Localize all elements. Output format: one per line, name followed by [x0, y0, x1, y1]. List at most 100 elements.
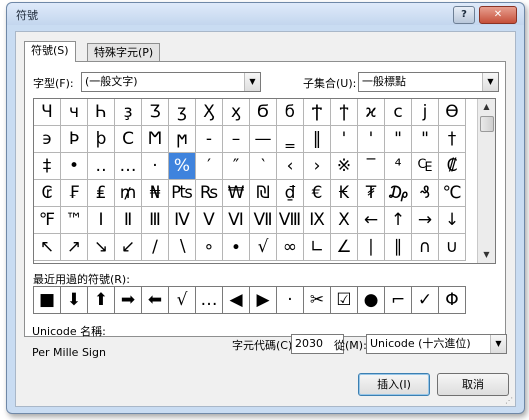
symbol-cell[interactable]: Ч	[34, 99, 61, 126]
symbol-cell[interactable]: Ϸ	[61, 126, 88, 153]
symbol-cell[interactable]: ‵	[250, 153, 277, 180]
resize-grip-icon[interactable]: ⋰	[505, 396, 513, 405]
symbol-cell[interactable]: ℃	[439, 180, 466, 207]
symbol-cell[interactable]: →	[412, 207, 439, 234]
symbol-cell[interactable]: ϳ	[412, 99, 439, 126]
symbol-cell[interactable]: Ⅳ	[169, 207, 196, 234]
symbol-cell[interactable]: Ⅷ	[277, 207, 304, 234]
tab-special-characters[interactable]: 特殊字元(P)	[87, 43, 161, 61]
symbol-cell[interactable]: Ⅸ	[304, 207, 331, 234]
symbol-cell[interactable]: '	[358, 126, 385, 153]
recent-symbol-cell[interactable]: ⬅	[142, 287, 169, 314]
symbol-cell[interactable]: ∠	[331, 234, 358, 261]
symbol-cell[interactable]: ϲ	[385, 99, 412, 126]
recent-symbol-cell[interactable]: ■	[34, 287, 61, 314]
symbol-cell[interactable]: •	[61, 153, 88, 180]
symbol-cell[interactable]: ₤	[88, 180, 115, 207]
symbol-cell[interactable]: ₫	[277, 180, 304, 207]
symbol-cell[interactable]: ϴ	[439, 99, 466, 126]
symbol-cell[interactable]: ‧	[142, 153, 169, 180]
symbol-cell[interactable]: ҙ	[115, 99, 142, 126]
symbol-cell[interactable]: Ϯ	[304, 99, 331, 126]
recent-symbol-cell[interactable]: ●	[358, 287, 385, 314]
symbol-cell[interactable]: ↓	[439, 207, 466, 234]
symbol-cell[interactable]: ₩	[223, 180, 250, 207]
symbol-cell[interactable]: Ⅴ	[196, 207, 223, 234]
subset-select[interactable]: 一般標點 ▼	[358, 72, 499, 92]
from-select[interactable]: Unicode (十六進位) ▼	[366, 334, 507, 354]
close-button[interactable]: ✕	[479, 6, 517, 24]
symbol-cell[interactable]: ↗	[61, 234, 88, 261]
symbol-cell[interactable]: —	[250, 126, 277, 153]
symbol-cell[interactable]: ∪	[439, 234, 466, 261]
symbol-cell[interactable]: ⁴	[385, 153, 412, 180]
symbol-cell[interactable]: ӡ	[169, 99, 196, 126]
symbol-cell[interactable]: ₯	[385, 180, 412, 207]
symbol-cell[interactable]: Ⅹ	[331, 207, 358, 234]
symbol-cell[interactable]: ※	[331, 153, 358, 180]
symbol-cell[interactable]: ӽ	[223, 99, 250, 126]
symbol-cell[interactable]: ∘	[196, 234, 223, 261]
symbol-cell[interactable]: ↙	[115, 234, 142, 261]
recent-symbol-cell[interactable]: ➡	[115, 287, 142, 314]
symbol-cell[interactable]: ∟	[304, 234, 331, 261]
symbol-cell[interactable]: ←	[358, 207, 385, 234]
symbol-cell[interactable]: "	[385, 126, 412, 153]
recent-symbol-cell[interactable]: ✓	[412, 287, 439, 314]
symbol-cell[interactable]: ₢	[34, 180, 61, 207]
symbol-cell[interactable]: ∞	[277, 234, 304, 261]
symbol-cell[interactable]: Ϲ	[115, 126, 142, 153]
chevron-down-icon[interactable]: ▼	[482, 73, 498, 91]
symbol-cell[interactable]: Ϭ	[250, 99, 277, 126]
symbol-cell[interactable]: ‖	[304, 126, 331, 153]
symbol-cell[interactable]: √	[250, 234, 277, 261]
symbol-cell[interactable]: ‗	[277, 126, 304, 153]
help-button[interactable]: ?	[453, 6, 475, 24]
recent-symbol-cell[interactable]: ▶	[250, 287, 277, 314]
recent-symbol-cell[interactable]: ⬇	[61, 287, 88, 314]
recent-symbol-cell[interactable]: √	[169, 287, 196, 314]
symbol-cell[interactable]: ₣	[61, 180, 88, 207]
recent-symbol-cell[interactable]: ⌐	[385, 287, 412, 314]
symbol-cell[interactable]: Ϻ	[142, 126, 169, 153]
symbol-cell[interactable]: ‥	[88, 153, 115, 180]
symbol-cell[interactable]: ₡	[439, 153, 466, 180]
recent-symbol-cell[interactable]: ·	[277, 287, 304, 314]
scroll-thumb[interactable]	[480, 116, 494, 132]
cancel-button[interactable]: 取消	[437, 373, 509, 396]
insert-button[interactable]: 插入(I)	[358, 373, 430, 396]
symbol-cell[interactable]: ϸ	[88, 126, 115, 153]
symbol-cell[interactable]: ₰	[412, 180, 439, 207]
symbol-cell[interactable]: ₧	[169, 180, 196, 207]
symbol-cell[interactable]: Ⅱ	[115, 207, 142, 234]
symbol-cell[interactable]: €	[304, 180, 331, 207]
symbol-cell[interactable]: ™	[61, 207, 88, 234]
symbol-cell[interactable]: ₭	[331, 180, 358, 207]
symbol-cell[interactable]: ″	[223, 153, 250, 180]
tab-symbols[interactable]: 符號(S)	[24, 41, 76, 62]
symbol-cell[interactable]: ₨	[196, 180, 223, 207]
symbol-cell[interactable]: ₦	[142, 180, 169, 207]
symbol-cell[interactable]: Ⅰ	[88, 207, 115, 234]
symbol-cell[interactable]: Ⅶ	[250, 207, 277, 234]
recent-symbol-cell[interactable]: …	[196, 287, 223, 314]
symbol-cell[interactable]: Һ	[88, 99, 115, 126]
symbol-cell[interactable]: ₮	[358, 180, 385, 207]
recent-symbol-cell[interactable]: Φ	[439, 287, 466, 314]
symbol-cell[interactable]: Ӽ	[196, 99, 223, 126]
symbol-grid-scrollbar[interactable]: ▲ ▼	[477, 99, 495, 263]
symbol-cell[interactable]: ↘	[88, 234, 115, 261]
symbol-cell[interactable]: ϶	[34, 126, 61, 153]
symbol-cell[interactable]: ↑	[385, 207, 412, 234]
symbol-cell[interactable]: ‐	[196, 126, 223, 153]
symbol-cell[interactable]: ϯ	[331, 99, 358, 126]
symbol-cell[interactable]: …	[115, 153, 142, 180]
symbol-cell[interactable]: ‾	[358, 153, 385, 180]
symbol-cell[interactable]: Ⅲ	[142, 207, 169, 234]
recent-symbol-cell[interactable]: ◀	[223, 287, 250, 314]
symbol-cell[interactable]: ∙	[223, 234, 250, 261]
font-select[interactable]: (一般文字) ▼	[81, 72, 261, 92]
symbol-cell[interactable]: ∕	[142, 234, 169, 261]
symbol-cell-selected[interactable]: %	[169, 153, 196, 180]
recent-symbol-cell[interactable]: ✂	[304, 287, 331, 314]
